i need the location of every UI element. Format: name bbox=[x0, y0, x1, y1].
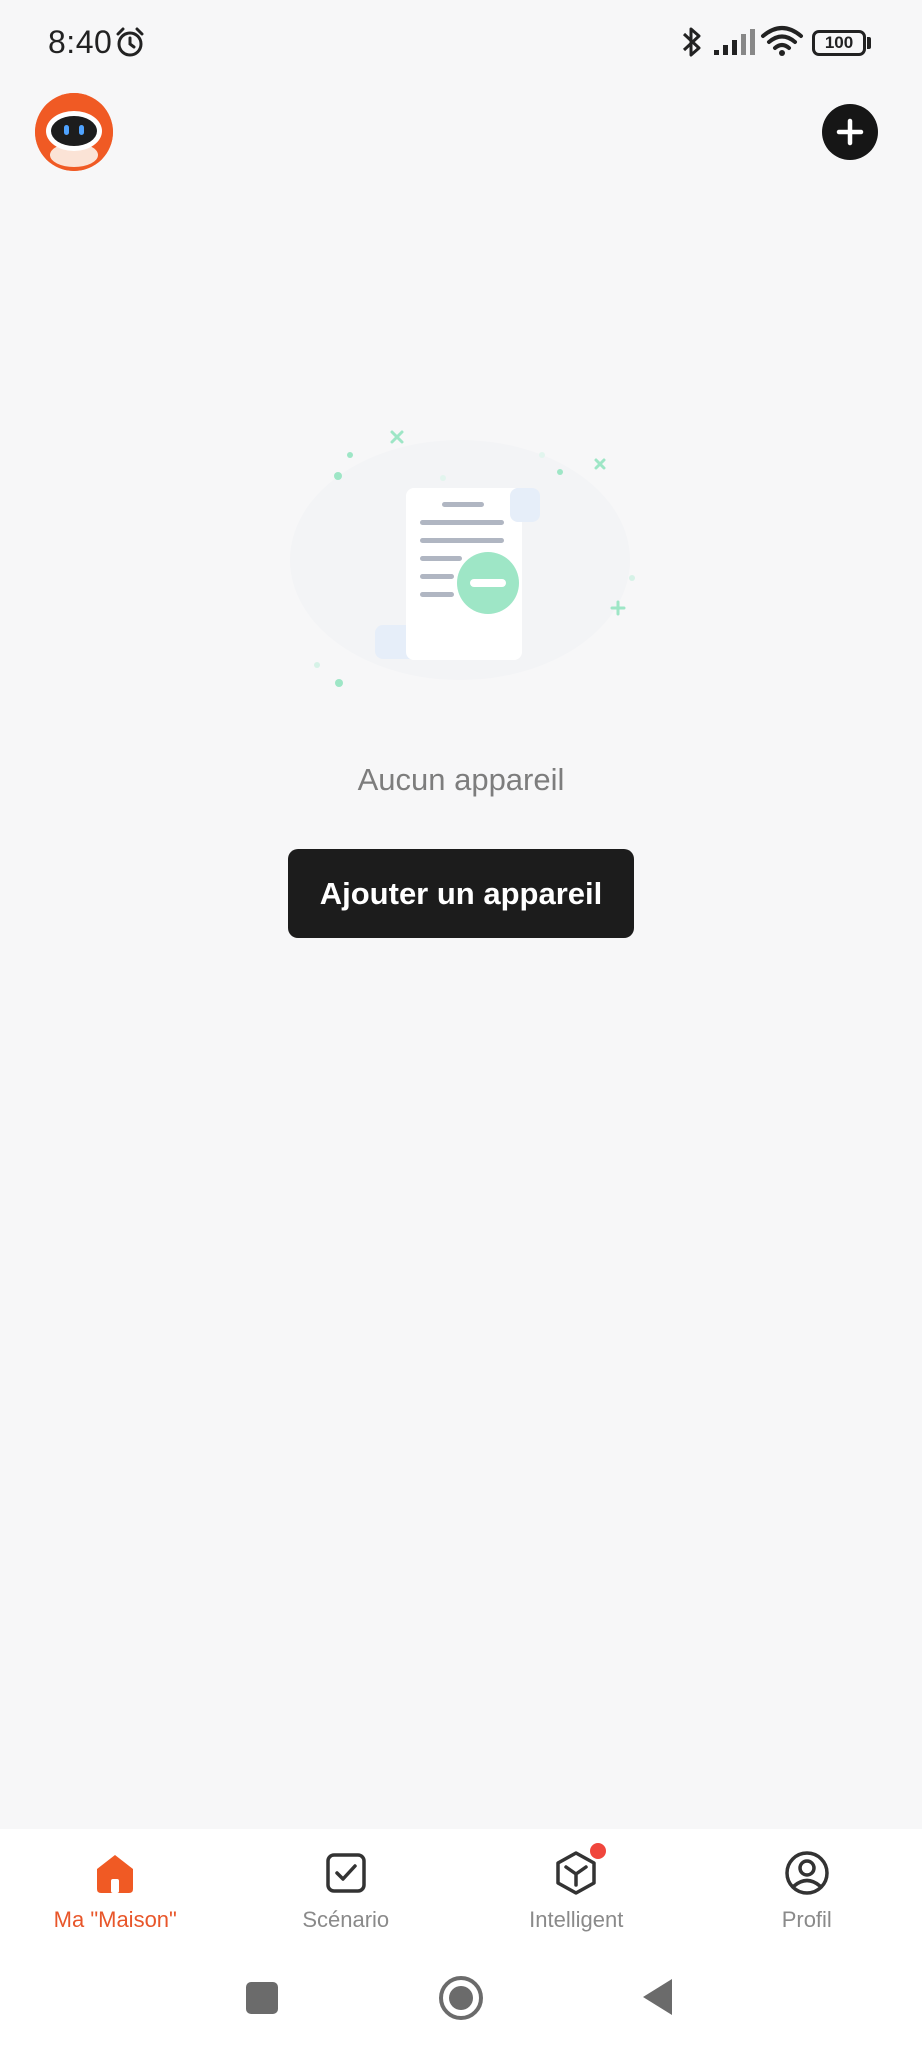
tab-label: Profil bbox=[781, 1907, 832, 1932]
notification-badge bbox=[590, 1843, 607, 1859]
avatar-graphic bbox=[35, 93, 113, 171]
tab-label: Intelligent bbox=[529, 1907, 624, 1932]
home-screen: 8:40 100 Aucun appareil Ajouter un appar… bbox=[0, 0, 922, 2048]
plus-icon bbox=[836, 118, 864, 146]
alarm-icon bbox=[116, 27, 144, 57]
tab-label: Ma "Maison" bbox=[53, 1907, 177, 1932]
add-device-button[interactable]: Ajouter un appareil bbox=[288, 849, 634, 938]
bluetooth-icon bbox=[682, 27, 701, 57]
battery-icon: 100 bbox=[812, 30, 866, 56]
tab-scenario[interactable]: Scénario bbox=[231, 1829, 462, 1947]
tab-profile[interactable]: Profil bbox=[692, 1829, 922, 1947]
robot-avatar-icon[interactable] bbox=[35, 93, 113, 171]
cube-icon-wrap bbox=[552, 1843, 607, 1897]
add-button[interactable] bbox=[822, 104, 878, 160]
profile-icon bbox=[785, 1851, 829, 1895]
tab-home[interactable]: Ma "Maison" bbox=[0, 1829, 231, 1947]
back-nav-button[interactable] bbox=[640, 1977, 676, 2017]
bottom-tab-bar: Ma "Maison" Scénario Intelligent Profil bbox=[0, 1829, 922, 1947]
empty-state-message: Aucun appareil bbox=[357, 762, 565, 797]
wifi-icon bbox=[761, 26, 803, 56]
battery-level: 100 bbox=[824, 33, 854, 52]
checkbox-icon bbox=[326, 1853, 366, 1893]
tab-label: Scénario bbox=[302, 1907, 390, 1932]
tab-intelligent[interactable]: Intelligent bbox=[461, 1829, 692, 1947]
recent-apps-button[interactable] bbox=[246, 1982, 278, 2014]
signal-icon bbox=[714, 29, 755, 55]
battery-tip bbox=[867, 37, 871, 49]
status-time: 8:40 bbox=[48, 24, 113, 60]
status-bar: 8:40 100 bbox=[0, 0, 922, 88]
home-icon bbox=[97, 1855, 134, 1893]
home-nav-button[interactable] bbox=[438, 1975, 484, 2021]
system-nav-bar bbox=[0, 1947, 922, 2048]
empty-document-icon bbox=[290, 430, 635, 687]
